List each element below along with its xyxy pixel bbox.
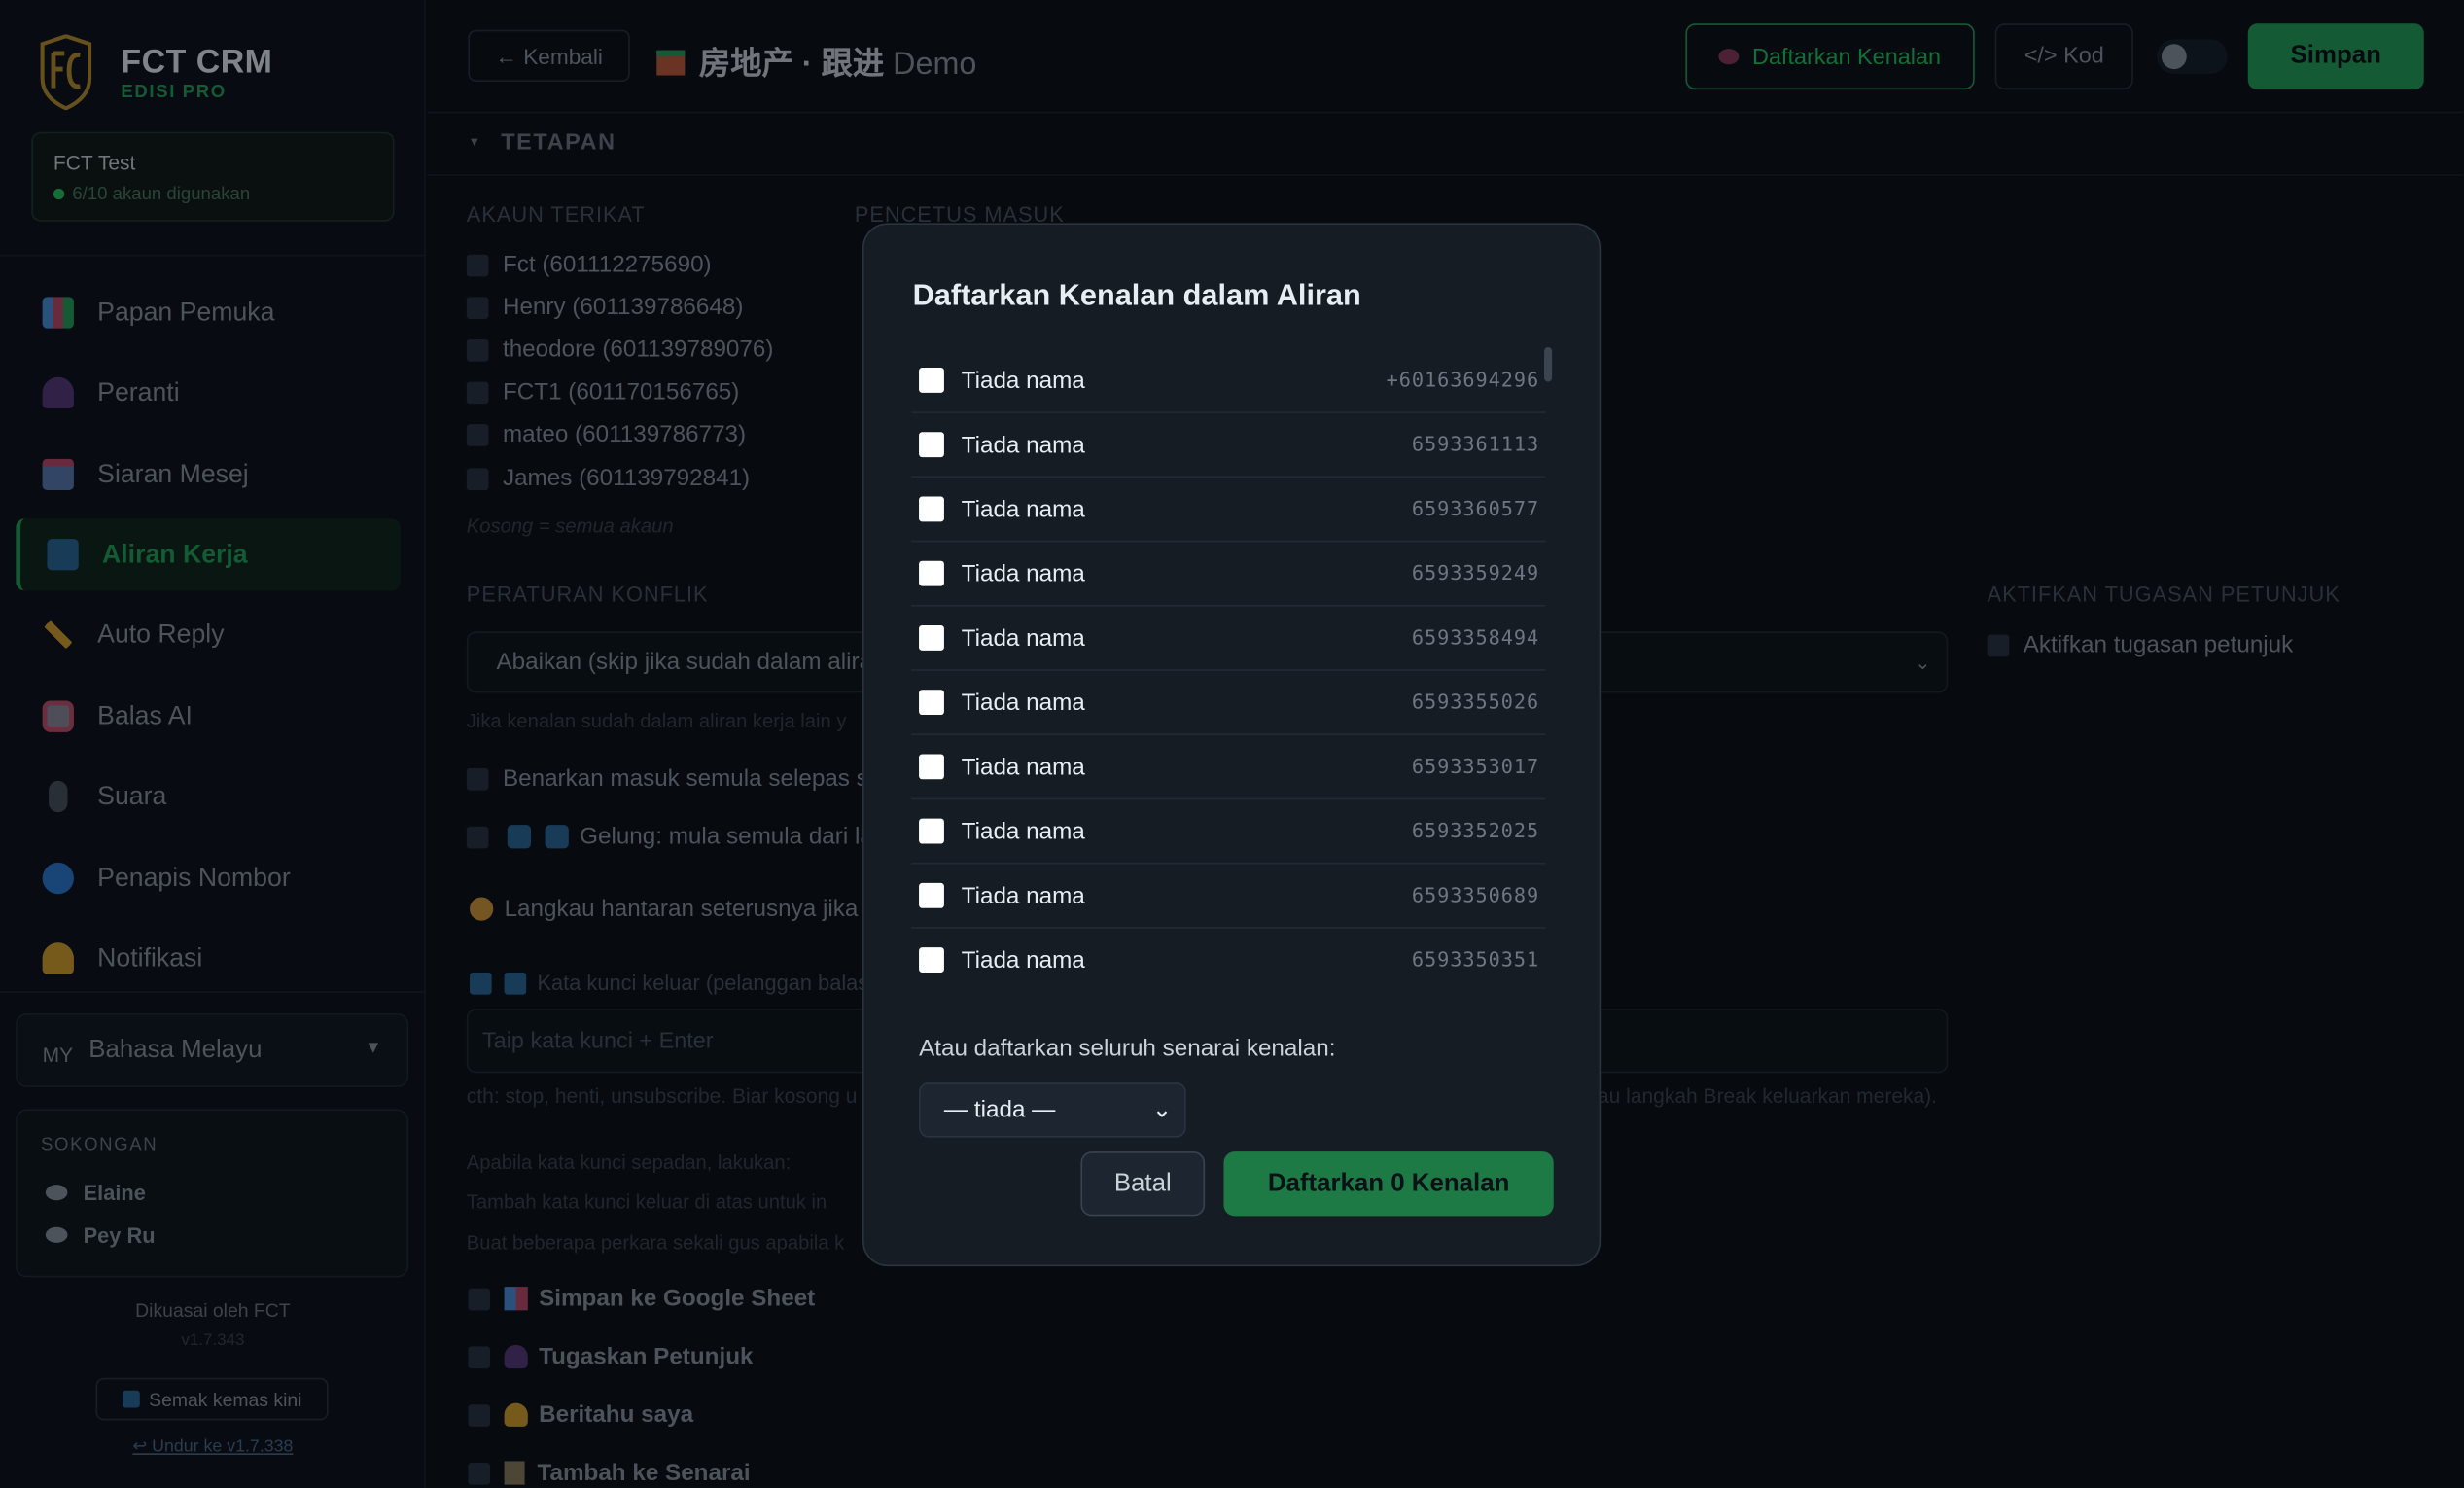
contact-row[interactable]: Tiada nama 6593361113: [910, 413, 1546, 478]
contact-phone: 6593355026: [1411, 690, 1540, 714]
contact-row[interactable]: Tiada nama 6593355026: [910, 671, 1546, 736]
contact-name: Tiada nama: [961, 624, 1085, 653]
contact-phone: +60163694296: [1386, 368, 1540, 392]
contact-checkbox[interactable]: [919, 947, 944, 973]
contact-checkbox[interactable]: [919, 882, 944, 908]
contact-phone: 6593358494: [1411, 624, 1540, 650]
contact-name: Tiada nama: [961, 368, 1085, 395]
contact-name: Tiada nama: [961, 432, 1085, 459]
contact-row[interactable]: Tiada nama 6593352025: [910, 799, 1546, 865]
contact-list-select[interactable]: — tiada — ⌄: [919, 1082, 1186, 1138]
cancel-button[interactable]: Batal: [1080, 1151, 1206, 1217]
register-confirm-button[interactable]: Daftarkan 0 Kenalan: [1223, 1151, 1554, 1217]
register-contacts-modal: Daftarkan Kenalan dalam Aliran Tiada nam…: [862, 223, 1602, 1267]
contact-checkbox[interactable]: [919, 432, 944, 458]
chevron-down-icon: ⌄: [1151, 1096, 1173, 1124]
contact-row[interactable]: Tiada nama 6593350689: [910, 865, 1546, 929]
contact-phone: 6593350351: [1411, 947, 1540, 972]
contact-checkbox[interactable]: [919, 368, 944, 393]
contact-row[interactable]: Tiada nama 6593350351: [911, 929, 1546, 988]
contact-name: Tiada nama: [961, 882, 1085, 910]
contact-row[interactable]: Tiada nama 6593353017: [910, 735, 1546, 800]
contact-checkbox[interactable]: [919, 690, 944, 716]
contact-row[interactable]: Tiada nama +60163694296: [910, 349, 1546, 413]
contact-row[interactable]: Tiada nama 6593360577: [910, 478, 1546, 543]
contact-name: Tiada nama: [961, 496, 1085, 523]
contact-list-value: — tiada —: [943, 1096, 1056, 1124]
contact-name: Tiada nama: [961, 947, 1085, 974]
contact-checkbox[interactable]: [919, 624, 944, 651]
contact-row[interactable]: Tiada nama 6593358494: [910, 607, 1546, 671]
contact-phone: 6593352025: [1411, 818, 1540, 842]
contact-name: Tiada nama: [961, 754, 1085, 781]
contact-checkbox[interactable]: [919, 496, 944, 522]
contact-checkbox[interactable]: [919, 560, 944, 586]
contact-phone: 6593359249: [1411, 560, 1540, 585]
register-list-label: Atau daftarkan seluruh senarai kenalan:: [919, 1035, 1336, 1063]
contact-phone: 6593360577: [1411, 496, 1540, 520]
modal-title: Daftarkan Kenalan dalam Aliran: [912, 279, 1361, 313]
contact-list: Tiada nama +60163694296 Tiada nama 6593361…: [910, 349, 1546, 989]
contact-phone: 6593350689: [1411, 882, 1540, 907]
contact-row[interactable]: Tiada nama 6593359249: [910, 542, 1546, 607]
contact-checkbox[interactable]: [919, 818, 944, 844]
contact-name: Tiada nama: [961, 818, 1085, 846]
contact-name: Tiada nama: [961, 560, 1085, 588]
contact-phone: 6593353017: [1411, 754, 1540, 778]
contact-checkbox[interactable]: [919, 754, 944, 780]
contact-name: Tiada nama: [961, 690, 1085, 717]
contact-phone: 6593361113: [1411, 432, 1540, 456]
